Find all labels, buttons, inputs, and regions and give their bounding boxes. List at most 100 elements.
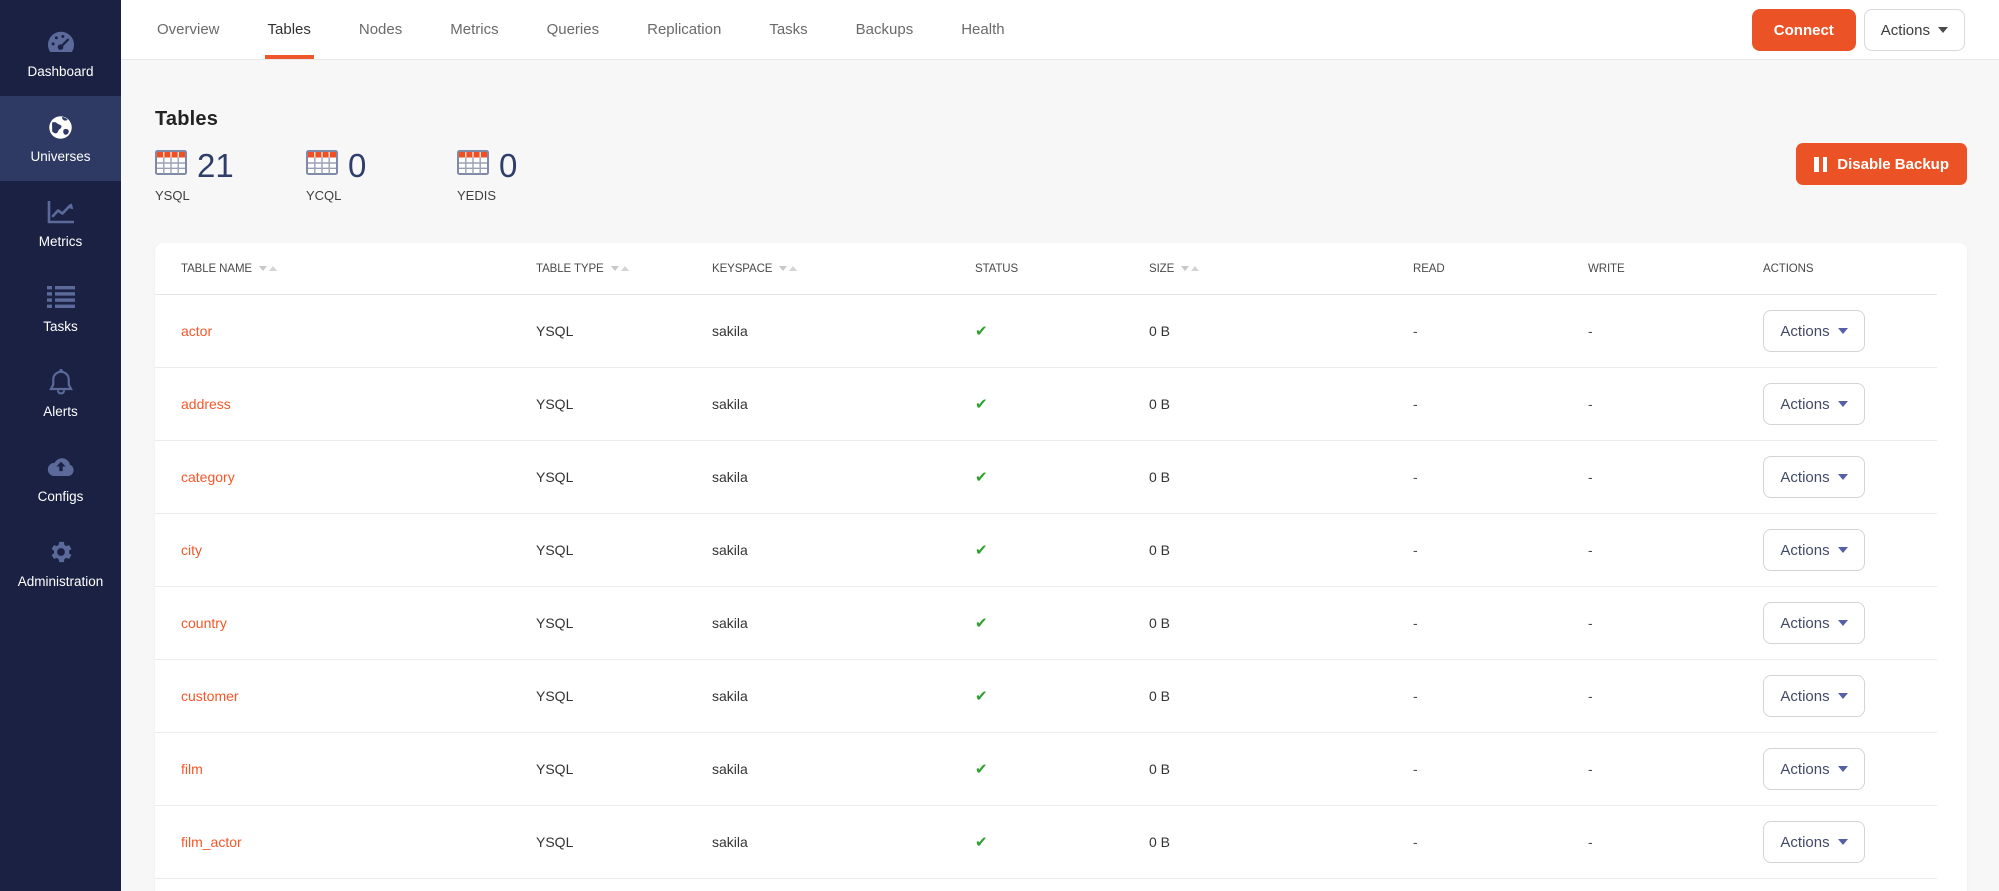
tasks-list-icon: [47, 283, 75, 311]
table-grid-icon: [306, 150, 338, 180]
universe-actions-label: Actions: [1881, 22, 1930, 39]
chevron-down-icon: [1838, 839, 1848, 845]
row-actions-label: Actions: [1780, 396, 1829, 413]
size-cell: 0 B: [1149, 323, 1413, 339]
sort-icon[interactable]: [1181, 266, 1199, 271]
status-ok-check-icon: ✔: [975, 760, 988, 778]
row-actions-button[interactable]: Actions: [1763, 529, 1865, 571]
configs-cloud-icon: [46, 453, 76, 481]
read-cell: -: [1413, 469, 1588, 485]
tab-tables[interactable]: Tables: [268, 0, 311, 59]
row-actions-button[interactable]: Actions: [1763, 456, 1865, 498]
sort-asc-icon: [621, 266, 629, 271]
table-name-link[interactable]: film_actor: [181, 834, 242, 850]
table-body: actorYSQLsakila✔0 B--ActionsaddressYSQLs…: [155, 295, 1967, 879]
main-area: OverviewTablesNodesMetricsQueriesReplica…: [121, 0, 1999, 891]
sort-icon[interactable]: [779, 266, 797, 271]
row-actions-label: Actions: [1780, 688, 1829, 705]
universe-actions-button[interactable]: Actions: [1864, 9, 1965, 51]
keyspace-cell: sakila: [712, 761, 975, 777]
write-cell: -: [1588, 615, 1763, 631]
table-name-link[interactable]: customer: [181, 688, 239, 704]
keyspace-cell: sakila: [712, 834, 975, 850]
row-actions-button[interactable]: Actions: [1763, 748, 1865, 790]
write-cell: -: [1588, 688, 1763, 704]
row-actions-label: Actions: [1780, 542, 1829, 559]
stat-value: 0: [348, 149, 366, 182]
table-grid-icon: [155, 150, 187, 180]
sidebar-item-administration[interactable]: Administration: [0, 521, 121, 606]
table-type-cell: YSQL: [536, 542, 712, 558]
tab-tasks[interactable]: Tasks: [769, 0, 807, 59]
table-header-row: TABLE NAMETABLE TYPEKEYSPACE STATUSSIZERE…: [155, 243, 1937, 295]
table-name-link[interactable]: actor: [181, 323, 212, 339]
table-name-link[interactable]: city: [181, 542, 202, 558]
tab-queries[interactable]: Queries: [547, 0, 600, 59]
sort-asc-icon: [269, 266, 277, 271]
table-row-country: countryYSQLsakila✔0 B--Actions: [155, 587, 1937, 660]
connect-button[interactable]: Connect: [1752, 9, 1856, 51]
sidebar-item-configs[interactable]: Configs: [0, 436, 121, 521]
table-type-cell: YSQL: [536, 615, 712, 631]
row-actions-label: Actions: [1780, 834, 1829, 851]
chevron-down-icon: [1838, 693, 1848, 699]
sort-icon[interactable]: [611, 266, 629, 271]
column-header-keyspace[interactable]: KEYSPACE: [712, 263, 975, 275]
size-cell: 0 B: [1149, 834, 1413, 850]
write-cell: -: [1588, 761, 1763, 777]
column-header-status: STATUS: [975, 263, 1149, 275]
sidebar-item-dashboard[interactable]: Dashboard: [0, 11, 121, 96]
column-header-label: KEYSPACE: [712, 263, 772, 275]
table-row-customer: customerYSQLsakila✔0 B--Actions: [155, 660, 1937, 733]
keyspace-cell: sakila: [712, 323, 975, 339]
table-name-link[interactable]: address: [181, 396, 231, 412]
row-actions-button[interactable]: Actions: [1763, 383, 1865, 425]
size-cell: 0 B: [1149, 469, 1413, 485]
disable-backup-button[interactable]: Disable Backup: [1796, 143, 1967, 185]
tab-backups[interactable]: Backups: [856, 0, 914, 59]
tab-metrics[interactable]: Metrics: [450, 0, 498, 59]
page-title: Tables: [155, 60, 1999, 131]
row-actions-button[interactable]: Actions: [1763, 821, 1865, 863]
column-header-size[interactable]: SIZE: [1149, 263, 1413, 275]
column-header-write: WRITE: [1588, 263, 1763, 275]
table-row-address: addressYSQLsakila✔0 B--Actions: [155, 368, 1937, 441]
column-header-table-name[interactable]: TABLE NAME: [155, 263, 536, 275]
size-cell: 0 B: [1149, 615, 1413, 631]
universes-globe-icon: [47, 113, 74, 141]
row-actions-button[interactable]: Actions: [1763, 675, 1865, 717]
row-actions-button[interactable]: Actions: [1763, 310, 1865, 352]
sidebar-item-label: Metrics: [39, 234, 83, 249]
keyspace-cell: sakila: [712, 542, 975, 558]
column-header-actions: ACTIONS: [1763, 263, 1937, 275]
sidebar-item-alerts[interactable]: Alerts: [0, 351, 121, 436]
sidebar-item-label: Dashboard: [27, 64, 93, 79]
table-name-link[interactable]: category: [181, 469, 235, 485]
stat-label: YCQL: [306, 188, 457, 203]
size-cell: 0 B: [1149, 396, 1413, 412]
sidebar-item-label: Administration: [18, 574, 104, 589]
sidebar-item-universes[interactable]: Universes: [0, 96, 121, 181]
status-ok-check-icon: ✔: [975, 468, 988, 486]
column-header-label: ACTIONS: [1763, 263, 1813, 275]
chevron-down-icon: [1838, 620, 1848, 626]
metrics-chart-icon: [46, 198, 76, 226]
stat-label: YEDIS: [457, 188, 608, 203]
tab-nodes[interactable]: Nodes: [359, 0, 402, 59]
column-header-read: READ: [1413, 263, 1588, 275]
read-cell: -: [1413, 761, 1588, 777]
tab-overview[interactable]: Overview: [157, 0, 220, 59]
sidebar-item-metrics[interactable]: Metrics: [0, 181, 121, 266]
tab-health[interactable]: Health: [961, 0, 1004, 59]
table-name-link[interactable]: film: [181, 761, 203, 777]
column-header-table-type[interactable]: TABLE TYPE: [536, 263, 712, 275]
tab-replication[interactable]: Replication: [647, 0, 721, 59]
sidebar-item-tasks[interactable]: Tasks: [0, 266, 121, 351]
topbar-buttons: Connect Actions: [1752, 9, 1965, 51]
sort-icon[interactable]: [259, 266, 277, 271]
table-name-link[interactable]: country: [181, 615, 227, 631]
write-cell: -: [1588, 469, 1763, 485]
status-ok-check-icon: ✔: [975, 395, 988, 413]
row-actions-button[interactable]: Actions: [1763, 602, 1865, 644]
write-cell: -: [1588, 542, 1763, 558]
